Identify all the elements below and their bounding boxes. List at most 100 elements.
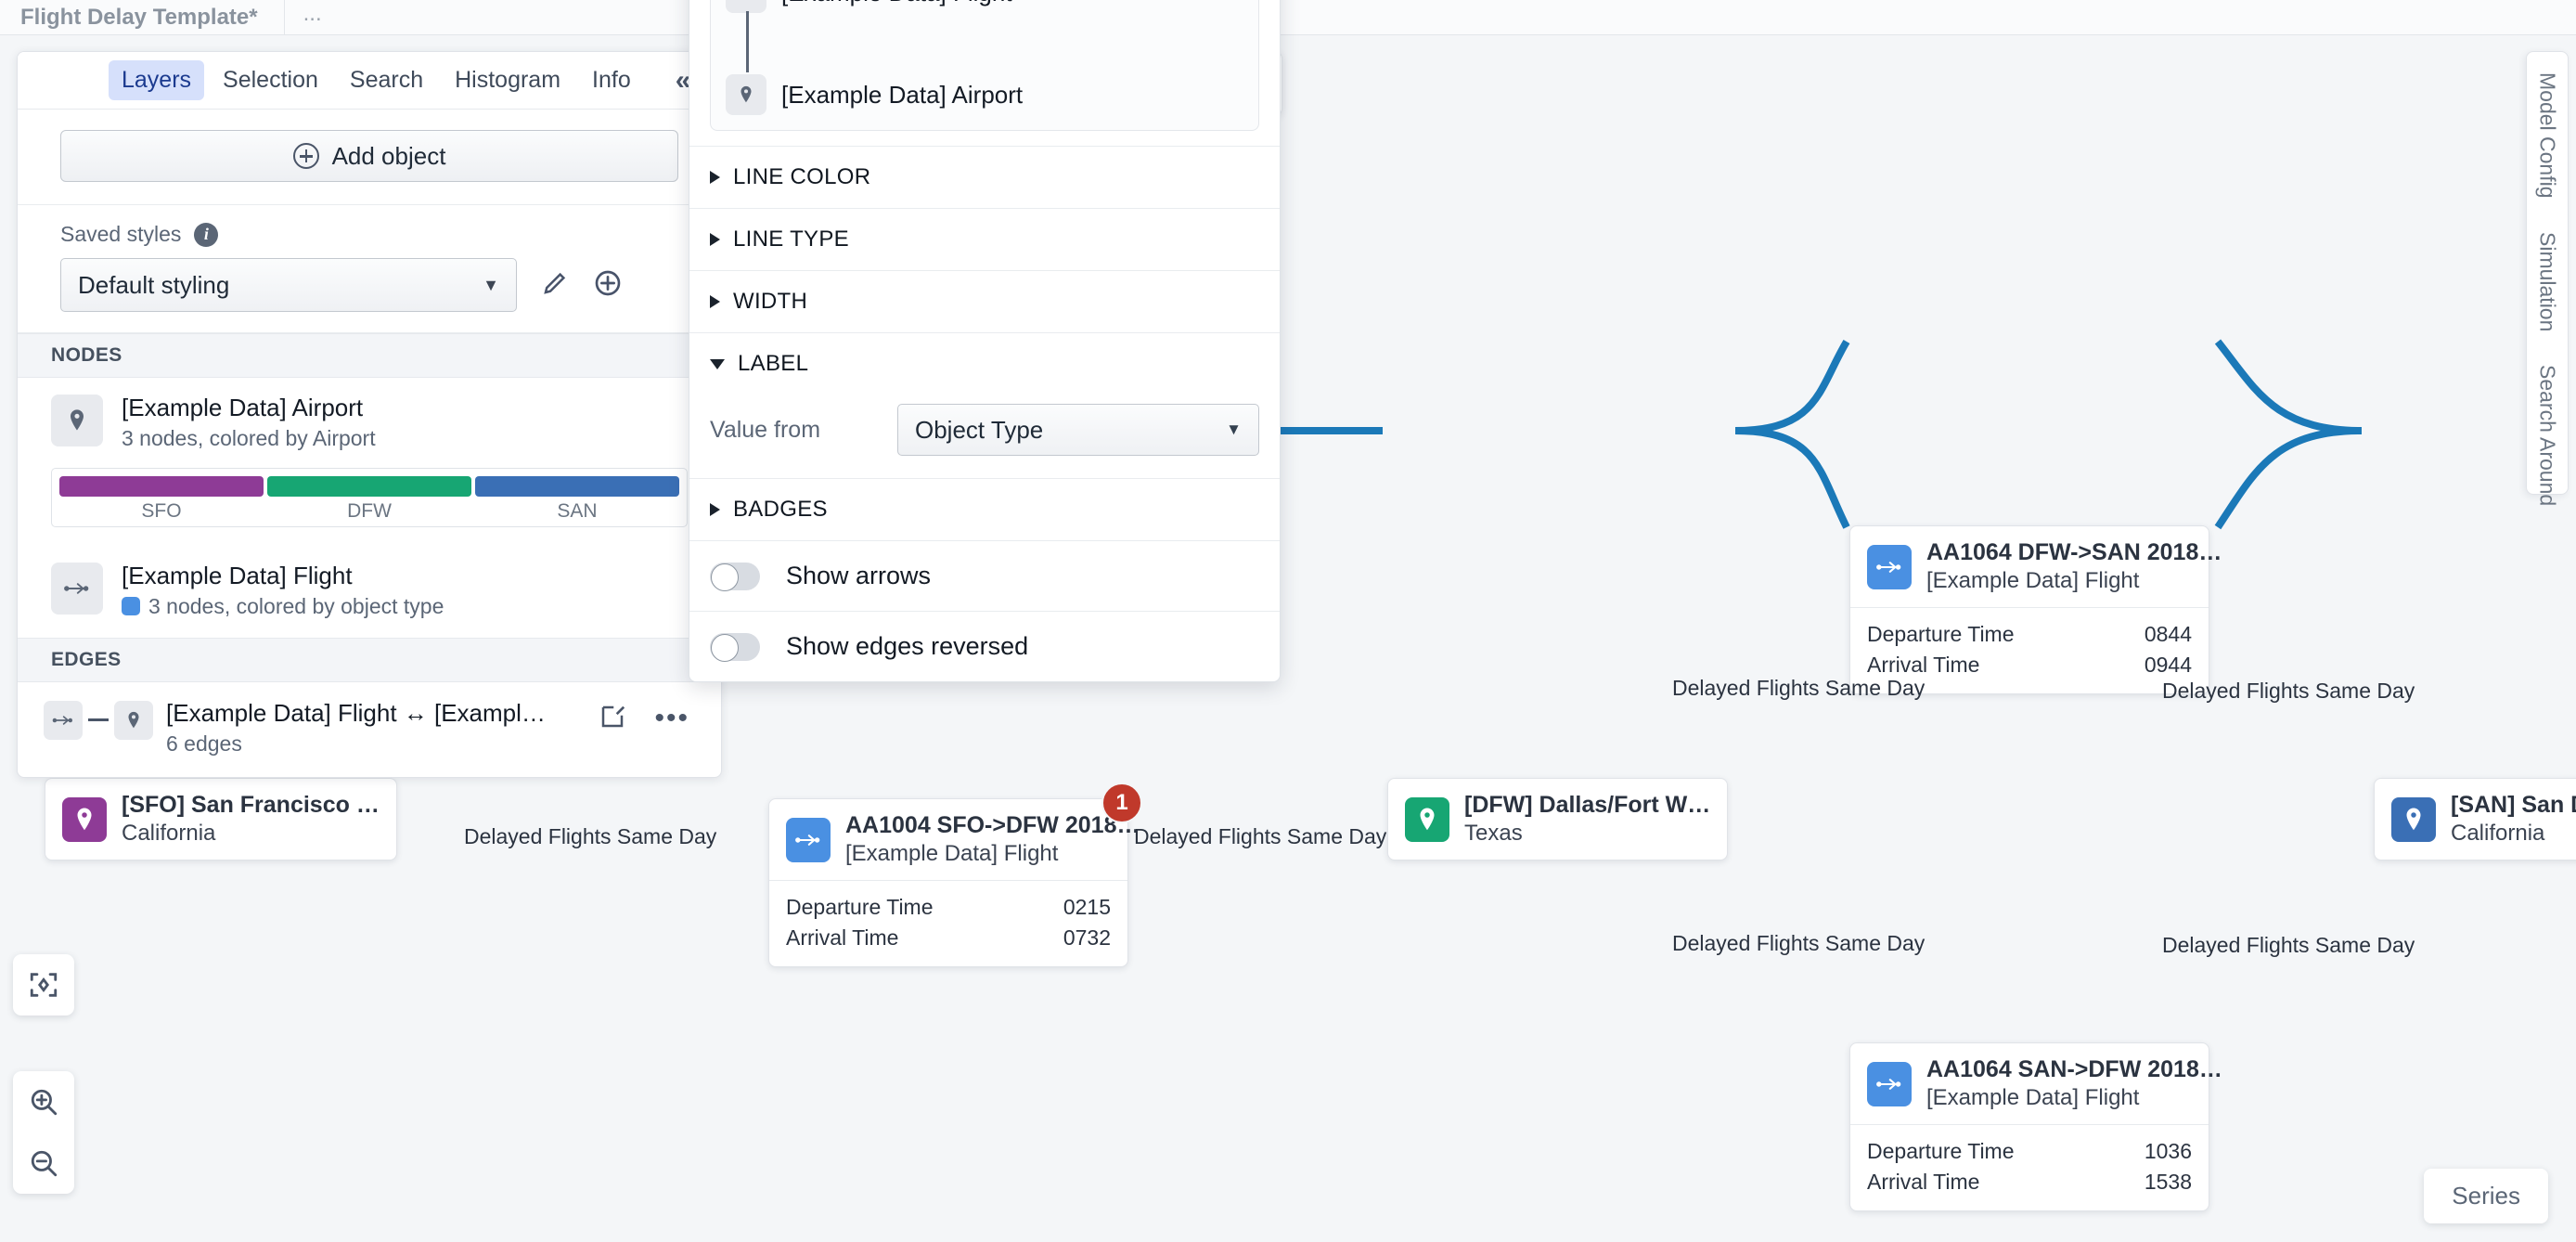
node-layer-subtitle-text: 3 nodes, colored by object type [148,593,444,618]
graph-node-flight[interactable]: AA1064 DFW->SAN 2018… [Example Data] Flig… [1849,525,2222,694]
label-value-from-row: Value from Object Type ▼ [689,395,1280,478]
edge-more-button[interactable]: ••• [654,705,689,732]
graph-edge[interactable] [1734,427,1850,529]
graph-node-flight[interactable]: AA1064 SAN->DFW 2018… [Example Data] Flig… [1849,1042,2222,1211]
node-subtitle: [Example Data] Flight [845,841,1059,866]
graph-node-airport[interactable]: [SFO] San Francisco … California [45,778,397,860]
airport-color-legend: SFO DFW SAN [51,467,688,527]
property-value: 1538 [2144,1170,2192,1194]
value-from-select[interactable]: Object Type ▼ [897,404,1259,456]
right-tab-rail: Model Config Simulation Search Around [2526,51,2569,506]
show-edges-reversed-toggle[interactable] [710,632,760,662]
add-object-button[interactable]: Add object [60,130,678,182]
tab-search[interactable]: Search [337,60,436,100]
popup-endpoint-flight: [Example Data] Flight [726,0,1243,13]
accordion-label-section[interactable]: LABEL [689,332,1280,395]
edges-section-header: EDGES [18,637,721,682]
saved-styles-select[interactable]: Default styling ▼ [60,258,517,312]
property-key: Arrival Time [1867,1170,1980,1194]
tab-layers[interactable]: Layers [109,60,205,100]
property-key: Departure Time [1867,1139,2015,1163]
fit-to-screen-button[interactable] [13,954,74,1016]
map-pin-icon [114,700,153,740]
graph-edge[interactable] [2214,339,2363,434]
legend-color-bar [59,475,264,497]
map-pin-icon [2391,796,2436,842]
accordion-label: BADGES [733,497,828,522]
right-tab-search-around[interactable]: Search Around [2535,365,2560,506]
legend-label: SAN [557,499,598,522]
layers-panel: Layers Selection Search Histogram Info « Add … [17,51,722,778]
tab-overflow-button[interactable]: ... [285,0,341,35]
property-value: 0944 [2144,653,2192,677]
graph-node-airport[interactable]: [DFW] Dallas/Fort W… Texas [1387,778,1729,860]
property-value: 1036 [2144,1139,2192,1163]
node-title: [SFO] San Francisco … [122,792,380,818]
node-subtitle: California [2451,821,2545,846]
legend-item[interactable]: SAN [475,475,679,523]
series-button[interactable]: Series [2424,1169,2548,1223]
accordion-line-color[interactable]: LINE COLOR [689,146,1280,208]
add-style-icon[interactable] [593,268,623,303]
tab-histogram[interactable]: Histogram [442,60,573,100]
edit-icon[interactable] [599,703,626,735]
graph-node-flight[interactable]: 1 AA1004 SFO->DFW 2018… [Example Data] Fli… [768,783,1142,967]
node-property: Departure Time 0844 [1867,619,2192,650]
edge-label: Delayed Flights Same Day [1672,931,1926,955]
flight-edge-icon [44,700,83,740]
chevron-down-icon: ▼ [1226,420,1242,438]
node-title: AA1064 SAN->DFW 2018… [1926,1056,2222,1082]
edge-layer-row[interactable]: [Example Data] Flight ↔ [Exampl… 6 edges… [18,682,721,777]
edge-label: Delayed Flights Same Day [2162,933,2415,957]
zoom-in-button[interactable] [13,1071,74,1132]
tab-selection[interactable]: Selection [210,60,331,100]
flight-edge-icon [51,562,103,615]
flight-edge-icon [1867,544,1912,589]
chevron-right-icon [710,503,720,516]
property-value: 0732 [1063,925,1111,950]
graph-edge[interactable] [2214,427,2363,530]
node-layer-subtitle-text: 3 nodes, colored by Airport [122,425,376,450]
accordion-width[interactable]: WIDTH [689,270,1280,332]
nodes-section-header: NODES [18,333,721,378]
accordion-line-type[interactable]: LINE TYPE [689,208,1280,270]
template-tab[interactable]: Flight Delay Template* [0,0,285,35]
node-subtitle: [Example Data] Flight [1926,1085,2140,1110]
top-bar: Flight Delay Template* ... [0,0,2576,35]
right-tab-model-config[interactable]: Model Config [2535,72,2560,199]
node-subtitle: California [122,821,216,846]
show-arrows-toggle[interactable] [710,562,760,591]
property-key: Arrival Time [1867,653,1980,677]
accordion-badges[interactable]: BADGES [689,478,1280,540]
show-arrows-row[interactable]: Show arrows [689,540,1280,611]
legend-label: SFO [141,499,182,522]
right-tab-simulation[interactable]: Simulation [2535,232,2560,331]
node-layer-subtitle: 3 nodes, colored by object type [122,594,444,619]
panel-tab-bar: Layers Selection Search Histogram Info « [18,52,721,110]
show-edges-reversed-label: Show edges reversed [786,632,1029,660]
flight-edge-icon [1867,1061,1912,1106]
chevron-down-icon [710,358,725,369]
node-layer-flight[interactable]: [Example Data] Flight 3 nodes, colored b… [18,546,721,638]
graph-edge[interactable] [1734,339,1850,434]
fit-to-screen-control [13,954,74,1016]
legend-item[interactable]: SFO [59,475,264,523]
node-title: AA1004 SFO->DFW 2018… [845,812,1140,838]
chevron-right-icon [710,171,720,184]
zoom-controls [13,1071,74,1194]
popup-endpoint-card: [Example Data] Flight [Example Data] Air… [710,0,1259,131]
edge-layer-title: [Example Data] Flight ↔ [Exampl… [166,698,546,727]
legend-item[interactable]: DFW [267,475,471,523]
flight-edge-icon [786,817,831,862]
graph-node-airport[interactable]: [SAN] San Diego California [2374,778,2576,860]
edit-style-icon[interactable] [541,269,569,302]
accordion-label: WIDTH [733,289,808,314]
show-edges-reversed-row[interactable]: Show edges reversed [689,611,1280,681]
saved-styles-value: Default styling [78,270,230,299]
zoom-out-button[interactable] [13,1132,74,1194]
tab-info[interactable]: Info [579,60,644,100]
popup-endpoint-flight-label: [Example Data] Flight [781,0,1012,7]
info-icon[interactable]: i [194,222,219,247]
map-pin-icon [62,796,107,842]
node-layer-airport[interactable]: [Example Data] Airport 3 nodes, colored … [18,378,721,460]
